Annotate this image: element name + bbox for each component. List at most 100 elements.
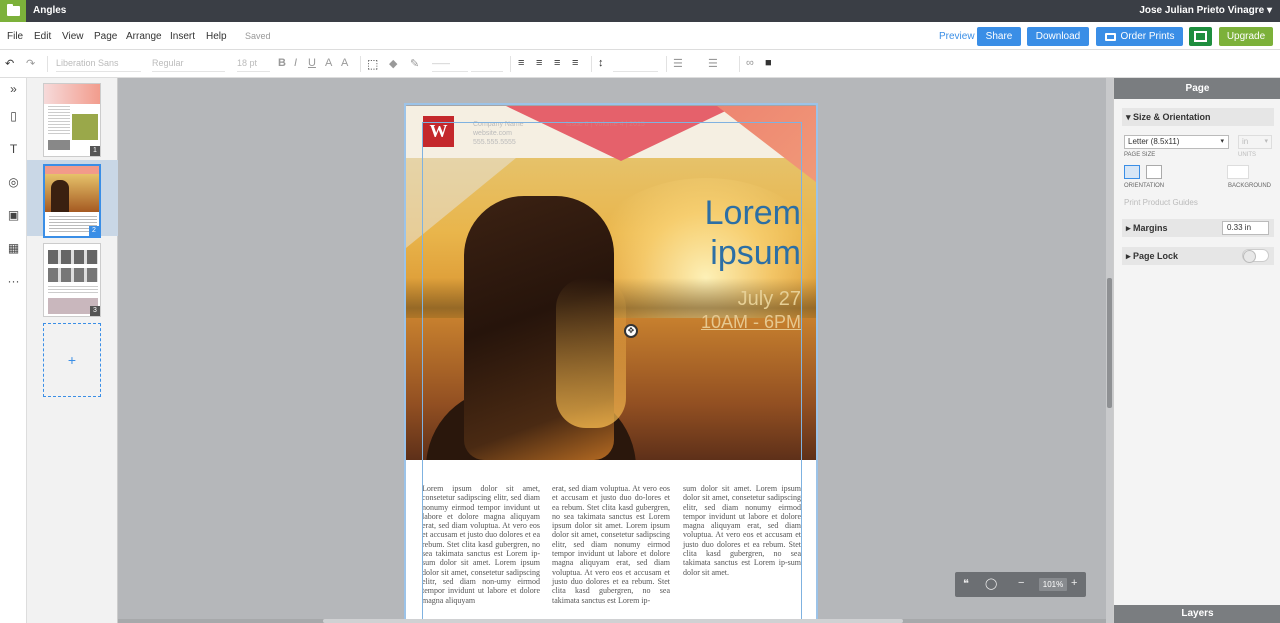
link-icon[interactable]: ∞ [746, 57, 754, 69]
panel-title: Page [1114, 78, 1280, 99]
redo-icon[interactable]: ↷ [26, 57, 35, 70]
line-width-select[interactable] [471, 56, 503, 72]
toolbar-divider [510, 56, 511, 72]
expand-panel-icon[interactable]: » [7, 83, 20, 96]
margins-input[interactable]: 0.33 in [1222, 221, 1269, 235]
order-prints-button[interactable]: Order Prints [1096, 27, 1183, 46]
lock-icon[interactable]: ■ [765, 57, 772, 69]
quote-icon[interactable]: ❝ [963, 577, 969, 590]
headline-line-2[interactable]: ipsum [710, 234, 801, 273]
download-button[interactable]: Download [1027, 27, 1089, 46]
page-lock-toggle[interactable] [1242, 249, 1269, 263]
folder-icon[interactable] [0, 0, 26, 22]
orientation-label: ORIENTATION [1124, 183, 1165, 189]
zoom-level[interactable]: 101% [1039, 578, 1067, 591]
page-thumbnail-1[interactable]: 1 [43, 83, 101, 157]
toolbar-divider [666, 56, 667, 72]
event-time[interactable]: 10AM - 6PM [701, 312, 801, 333]
event-date[interactable]: July 27 [738, 288, 801, 311]
zoom-in-icon[interactable]: + [1071, 577, 1077, 589]
toolbar-divider [739, 56, 740, 72]
print-guides-checkbox[interactable]: Print Product Guides [1124, 198, 1198, 207]
menu-insert[interactable]: Insert [170, 31, 195, 42]
pen-icon[interactable]: ✎ [410, 57, 419, 70]
comment-icon[interactable]: ◯ [985, 577, 997, 590]
body-column-1[interactable]: Lorem ipsum dolor sit amet, consetetur s… [422, 484, 540, 605]
bold-icon[interactable]: B [278, 57, 286, 69]
numbered-list-icon[interactable]: ☰ [708, 57, 718, 70]
menu-help[interactable]: Help [206, 31, 227, 42]
page-lock-label: Page Lock [1133, 251, 1179, 261]
font-size-select[interactable]: 18 pt [237, 56, 270, 72]
vertical-scrollbar[interactable] [1106, 78, 1113, 623]
company-name[interactable]: Company Name [473, 121, 524, 128]
font-style-select[interactable]: Regular [152, 56, 225, 72]
italic-icon[interactable]: I [294, 57, 297, 69]
font-family-select[interactable]: Liberation Sans [56, 56, 141, 72]
size-orientation-section[interactable]: ▾ Size & Orientation [1122, 108, 1274, 126]
company-website[interactable]: website.com [473, 130, 512, 137]
order-prints-label: Order Prints [1120, 31, 1175, 42]
undo-icon[interactable]: ↶ [5, 57, 14, 70]
line-spacing-select[interactable] [613, 56, 658, 72]
user-menu[interactable]: Jose Julian Prieto Vinagre ▾ [1139, 5, 1272, 16]
add-page-button[interactable]: + [43, 323, 101, 397]
page-thumbnail-3[interactable]: 3 [43, 243, 101, 317]
menu-page[interactable]: Page [94, 31, 117, 42]
units-label: UNITS [1238, 152, 1256, 158]
underline-icon[interactable]: U [308, 57, 316, 69]
menu-file[interactable]: File [7, 31, 23, 42]
layers-panel-header[interactable]: Layers [1114, 605, 1280, 623]
editor-canvas[interactable]: W Company Name website.com 555.555.5555 … [118, 78, 1113, 623]
body-column-2[interactable]: erat, sed diam voluptua. At vero eos et … [552, 484, 670, 605]
shapes-icon[interactable]: ◎ [7, 176, 20, 189]
page-size-select[interactable]: Letter (8.5x11) ▾ [1124, 135, 1229, 149]
issue-info[interactable]: Issue 6 | Volume 4 | 2015 [566, 121, 645, 128]
body-column-3[interactable]: sum dolor sit amet. Lorem ipsum dolor si… [683, 484, 801, 577]
printer-icon [1104, 32, 1116, 41]
text-color-icon[interactable]: A [325, 57, 332, 69]
portrait-orientation-button[interactable] [1124, 165, 1140, 179]
vertical-scroll-thumb[interactable] [1107, 278, 1112, 408]
page-number-badge: 2 [89, 226, 99, 236]
line-style-select[interactable]: —— [432, 56, 468, 72]
units-select[interactable]: in ▾ [1238, 135, 1272, 149]
company-logo[interactable]: W [423, 116, 454, 147]
align-center-icon[interactable]: ≡ [536, 57, 542, 69]
properties-panel: Page ▾ Size & Orientation Letter (8.5x11… [1113, 78, 1280, 623]
landscape-orientation-button[interactable] [1146, 165, 1162, 179]
background-color-swatch[interactable] [1227, 165, 1249, 179]
horizontal-scrollbar[interactable] [118, 619, 1106, 623]
page-thumbnail-2[interactable]: 2 [43, 164, 101, 238]
horizontal-scroll-thumb[interactable] [323, 619, 903, 623]
align-left-icon[interactable]: ≡ [518, 57, 524, 69]
menu-edit[interactable]: Edit [34, 31, 51, 42]
document-title[interactable]: Angles [33, 5, 66, 16]
toolbar-divider [360, 56, 361, 72]
align-justify-icon[interactable]: ≡ [572, 57, 578, 69]
more-icon[interactable]: ··· [7, 275, 20, 288]
company-phone[interactable]: 555.555.5555 [473, 139, 516, 146]
bullet-list-icon[interactable]: ☰ [673, 57, 683, 70]
menu-view[interactable]: View [62, 31, 84, 42]
pages-icon[interactable]: ▯ [7, 110, 20, 123]
preview-link[interactable]: Preview [939, 31, 975, 42]
menu-arrange[interactable]: Arrange [126, 31, 162, 42]
share-button[interactable]: Share [977, 27, 1021, 46]
background-label: BACKGROUND [1228, 183, 1272, 189]
line-spacing-icon[interactable]: ↕ [598, 57, 604, 69]
banner-triangle-red[interactable] [506, 106, 736, 161]
crop-icon[interactable]: ⬚ [367, 57, 378, 71]
document-page[interactable]: W Company Name website.com 555.555.5555 … [406, 106, 816, 623]
text-effects-icon[interactable]: A [341, 57, 348, 69]
zoom-out-icon[interactable]: − [1018, 577, 1024, 589]
fill-color-icon[interactable]: ◆ [389, 57, 397, 70]
text-tool-icon[interactable]: T [7, 143, 20, 156]
google-classroom-button[interactable] [1189, 27, 1212, 46]
upgrade-button[interactable]: Upgrade [1219, 27, 1273, 46]
page-size-label: PAGE SIZE [1124, 152, 1156, 158]
headline-line-1[interactable]: Lorem [705, 194, 801, 233]
align-right-icon[interactable]: ≡ [554, 57, 560, 69]
table-icon[interactable]: ▦ [7, 242, 20, 255]
image-icon[interactable]: ▣ [7, 209, 20, 222]
